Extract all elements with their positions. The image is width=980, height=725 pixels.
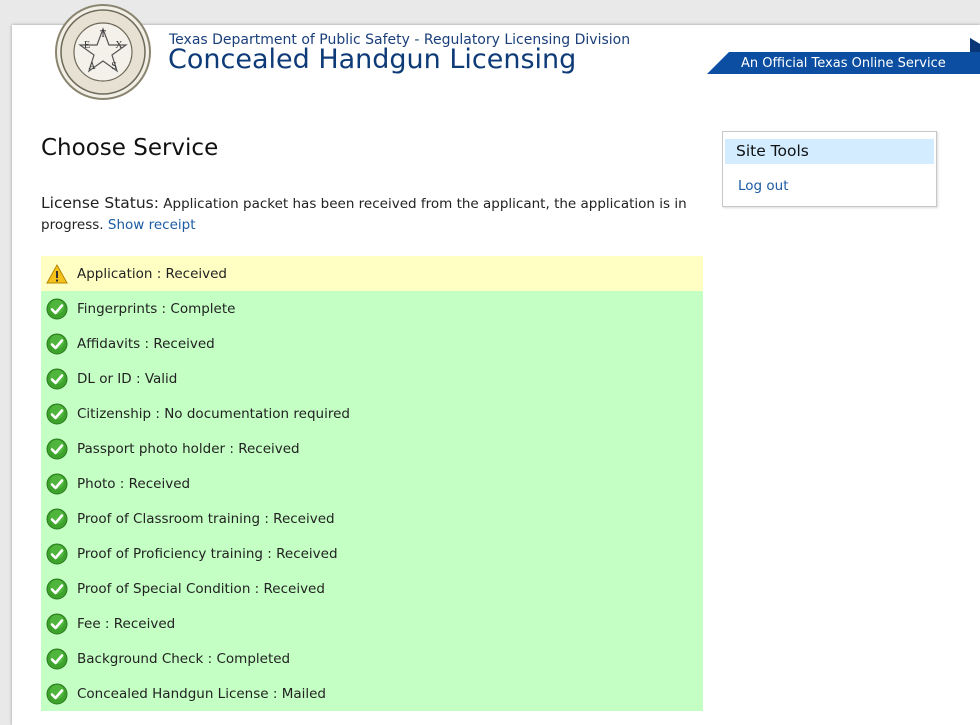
svg-text:X: X bbox=[115, 40, 123, 51]
green-check-circle-icon bbox=[46, 508, 68, 530]
status-item-text: Fingerprints : Complete bbox=[77, 300, 236, 317]
green-check-circle-icon bbox=[46, 543, 68, 565]
status-item: Proof of Special Condition : Received bbox=[41, 571, 703, 606]
status-list: Application : Received Fingerprints : Com… bbox=[41, 256, 703, 711]
license-status-label: License Status: bbox=[41, 194, 159, 212]
license-status: License Status: Application packet has b… bbox=[41, 193, 703, 236]
green-check-circle-icon bbox=[46, 648, 68, 670]
green-check-circle-icon bbox=[46, 473, 68, 495]
green-check-circle-icon bbox=[46, 578, 68, 600]
green-check-circle-icon bbox=[46, 403, 68, 425]
status-item: Citizenship : No documentation required bbox=[41, 396, 703, 431]
status-item: Photo : Received bbox=[41, 466, 703, 501]
show-receipt-link[interactable]: Show receipt bbox=[108, 217, 196, 233]
page-title: Choose Service bbox=[41, 135, 219, 161]
green-check-circle-icon bbox=[46, 438, 68, 460]
green-check-circle-icon bbox=[46, 333, 68, 355]
status-item-text: Citizenship : No documentation required bbox=[77, 405, 350, 422]
status-item-text: Background Check : Completed bbox=[77, 650, 291, 667]
status-item: DL or ID : Valid bbox=[41, 361, 703, 396]
warning-triangle-icon bbox=[46, 263, 68, 285]
svg-text:E: E bbox=[84, 40, 90, 51]
site-tools-panel: Site Tools Log out bbox=[722, 131, 937, 207]
green-check-circle-icon bbox=[46, 613, 68, 635]
site-tools-title: Site Tools bbox=[725, 139, 934, 164]
site-title: Concealed Handgun Licensing bbox=[168, 44, 577, 75]
status-item: Fee : Received bbox=[41, 606, 703, 641]
logout-link[interactable]: Log out bbox=[738, 178, 789, 194]
ribbon-label: An Official Texas Online Service bbox=[741, 56, 946, 71]
green-check-circle-icon bbox=[46, 683, 68, 705]
svg-text:A: A bbox=[88, 61, 96, 72]
status-item-text: Fee : Received bbox=[77, 615, 176, 632]
status-item-text: DL or ID : Valid bbox=[77, 370, 178, 387]
status-item-text: Proof of Proficiency training : Received bbox=[77, 545, 338, 562]
status-item-text: Proof of Special Condition : Received bbox=[77, 580, 325, 597]
status-item-text: Concealed Handgun License : Mailed bbox=[77, 685, 327, 702]
status-item: Affidavits : Received bbox=[41, 326, 703, 361]
svg-text:T: T bbox=[100, 29, 106, 40]
status-item-text: Proof of Classroom training : Received bbox=[77, 510, 335, 527]
status-item: Background Check : Completed bbox=[41, 641, 703, 676]
status-item-text: Application : Received bbox=[77, 265, 227, 282]
status-item-text: Affidavits : Received bbox=[77, 335, 215, 352]
status-item: Passport photo holder : Received bbox=[41, 431, 703, 466]
status-item: Fingerprints : Complete bbox=[41, 291, 703, 326]
status-item: Application : Received bbox=[41, 256, 703, 291]
status-item: Concealed Handgun License : Mailed bbox=[41, 676, 703, 711]
status-item-text: Photo : Received bbox=[77, 475, 191, 492]
status-item: Proof of Classroom training : Received bbox=[41, 501, 703, 536]
svg-text:S: S bbox=[111, 61, 117, 72]
dps-seal-logo: T E X A S bbox=[54, 3, 152, 101]
green-check-circle-icon bbox=[46, 298, 68, 320]
green-check-circle-icon bbox=[46, 368, 68, 390]
status-item-text: Passport photo holder : Received bbox=[77, 440, 300, 457]
status-item: Proof of Proficiency training : Received bbox=[41, 536, 703, 571]
